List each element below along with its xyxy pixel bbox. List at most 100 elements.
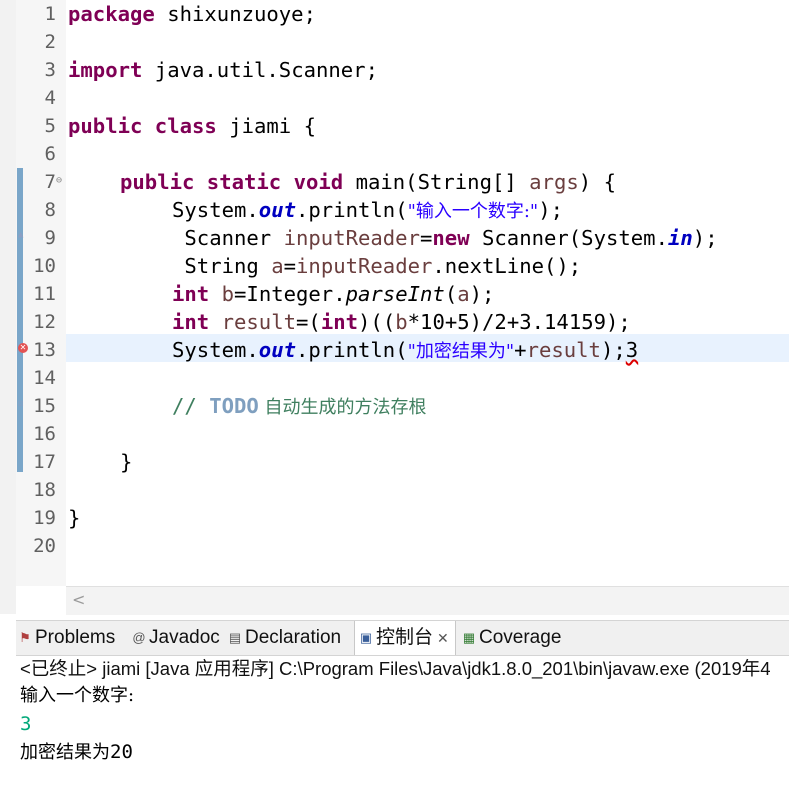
task-marker-icon: ☑ bbox=[18, 399, 24, 409]
code-line-13[interactable]: System.out.println("加密结果为"+result);3 bbox=[172, 336, 638, 364]
code-line-5[interactable]: public class jiami { bbox=[68, 112, 316, 140]
code-line-9[interactable]: Scanner inputReader=new Scanner(System.i… bbox=[172, 224, 718, 252]
code-text: .println( bbox=[296, 198, 408, 222]
keyword: int bbox=[172, 282, 210, 306]
line-number: 5 bbox=[44, 115, 56, 137]
tab-declaration[interactable]: ▤ Declaration bbox=[228, 621, 341, 655]
code-line-19[interactable]: } bbox=[68, 504, 80, 532]
static-field: out bbox=[258, 338, 296, 362]
override-marker-icon: ▲ bbox=[18, 230, 24, 240]
code-text: )(( bbox=[358, 310, 396, 334]
code-line-8[interactable]: System.out.println("输入一个数字:"); bbox=[172, 196, 563, 224]
tab-coverage[interactable]: ▦ Coverage bbox=[462, 621, 562, 655]
line-number: 9 bbox=[44, 227, 56, 249]
code-text: = bbox=[283, 254, 297, 278]
line-number: 6 bbox=[44, 143, 56, 165]
keyword: package bbox=[68, 2, 155, 26]
horizontal-scrollbar[interactable]: < bbox=[66, 586, 789, 615]
code-editor[interactable]: 1 2 3 4 5 6 7 8 9 10 11 12 13 14 15 16 1… bbox=[0, 0, 789, 615]
console-output-line: 输入一个数字: bbox=[20, 685, 135, 706]
local-variable: result bbox=[526, 338, 601, 362]
line-number: 13 bbox=[33, 339, 56, 361]
code-line-7[interactable]: public static void main(String[] args) { bbox=[120, 168, 616, 196]
code-text: ); bbox=[538, 198, 564, 222]
code-text: System. bbox=[172, 338, 259, 362]
code-line-1[interactable]: package shixunzuoye; bbox=[68, 0, 316, 28]
keyword: public static void bbox=[120, 170, 344, 194]
line-number: 8 bbox=[44, 199, 56, 221]
tab-label: Problems bbox=[35, 627, 116, 648]
local-variable: inputReader bbox=[283, 226, 420, 250]
string-literal: "加密结果为" bbox=[407, 341, 515, 362]
code-text: jiami { bbox=[216, 114, 316, 138]
static-field: in bbox=[667, 226, 693, 250]
code-text: *10+5)/2+3.14159); bbox=[407, 310, 631, 334]
tab-javadoc[interactable]: @ Javadoc bbox=[132, 621, 219, 655]
comment: // bbox=[172, 394, 210, 418]
code-line-15[interactable]: // TODO 自动生成的方法存根 bbox=[172, 392, 427, 420]
line-number: 7 bbox=[44, 171, 56, 193]
code-text: .nextLine(); bbox=[432, 254, 582, 278]
code-text: ) { bbox=[578, 170, 616, 194]
code-text: Scanner(System. bbox=[469, 226, 668, 250]
local-variable: b bbox=[221, 282, 235, 306]
panel-tab-bar: ⚑ Problems @ Javadoc ▤ Declaration ▣ 控制台 ✕ ▦ C… bbox=[16, 620, 789, 656]
keyword: import bbox=[68, 58, 143, 82]
code-line-17[interactable]: } bbox=[120, 448, 132, 476]
output-label: 加密结果为 bbox=[20, 742, 110, 763]
syntax-error-token[interactable]: 3 bbox=[626, 338, 638, 362]
tab-problems[interactable]: ⚑ Problems bbox=[18, 621, 115, 655]
code-text: = bbox=[419, 226, 433, 250]
error-marker-icon[interactable]: ✕ bbox=[18, 343, 28, 353]
line-number: 14 bbox=[33, 367, 56, 389]
code-line-12[interactable]: int result=(int)((b*10+5)/2+3.14159); bbox=[172, 308, 631, 336]
local-variable: inputReader bbox=[296, 254, 433, 278]
code-line-10[interactable]: String a=inputReader.nextLine(); bbox=[172, 252, 581, 280]
console-output-line: 加密结果为20 bbox=[20, 738, 133, 767]
scroll-left-icon[interactable]: < bbox=[72, 590, 85, 609]
line-number: 1 bbox=[44, 3, 56, 25]
line-number: 17 bbox=[33, 451, 56, 473]
problems-icon: ⚑ bbox=[19, 629, 31, 645]
bottom-panel: ⚑ Problems @ Javadoc ▤ Declaration ▣ 控制台 ✕ ▦ C… bbox=[16, 620, 789, 808]
console-user-input: 3 bbox=[20, 713, 32, 735]
string-literal: "输入一个数字:" bbox=[407, 201, 539, 222]
code-text: System. bbox=[172, 198, 259, 222]
coverage-icon: ▦ bbox=[462, 629, 476, 645]
code-text: .println( bbox=[296, 338, 408, 362]
code-line-3[interactable]: import java.util.Scanner; bbox=[68, 56, 378, 84]
code-text: ( bbox=[444, 282, 458, 306]
comment: 自动生成的方法存根 bbox=[258, 397, 427, 418]
console-status-header: <已终止> jiami [Java 应用程序] C:\Program Files… bbox=[20, 656, 789, 682]
code-line-11[interactable]: int b=Integer.parseInt(a); bbox=[172, 280, 494, 308]
local-variable: a bbox=[271, 254, 284, 278]
tab-label: 控制台 bbox=[376, 627, 434, 648]
line-number: 16 bbox=[33, 423, 56, 445]
parameter: args bbox=[529, 170, 579, 194]
close-icon[interactable]: ✕ bbox=[437, 630, 449, 646]
tab-label: Coverage bbox=[479, 627, 562, 648]
line-number: 10 bbox=[33, 255, 56, 277]
fold-collapse-icon[interactable]: ⊖ bbox=[56, 176, 62, 186]
code-text: ); bbox=[600, 338, 626, 362]
line-number: 3 bbox=[44, 59, 56, 81]
local-variable: result bbox=[221, 310, 297, 334]
code-text: ); bbox=[469, 282, 495, 306]
code-text: shixunzuoye; bbox=[154, 2, 316, 26]
line-number: 2 bbox=[44, 31, 56, 53]
code-text: + bbox=[514, 338, 527, 362]
code-text: =( bbox=[296, 310, 321, 334]
static-method: parseInt bbox=[345, 282, 445, 306]
local-variable: b bbox=[395, 310, 408, 334]
tab-label: Declaration bbox=[245, 627, 342, 648]
overview-ruler bbox=[0, 0, 16, 614]
keyword: int bbox=[172, 310, 210, 334]
line-number: 12 bbox=[33, 311, 56, 333]
line-number: 20 bbox=[33, 535, 56, 557]
change-indicator-bar bbox=[17, 168, 23, 472]
tab-console[interactable]: ▣ 控制台 ✕ bbox=[354, 621, 456, 655]
javadoc-icon: @ bbox=[132, 629, 146, 645]
code-text: ); bbox=[692, 226, 718, 250]
